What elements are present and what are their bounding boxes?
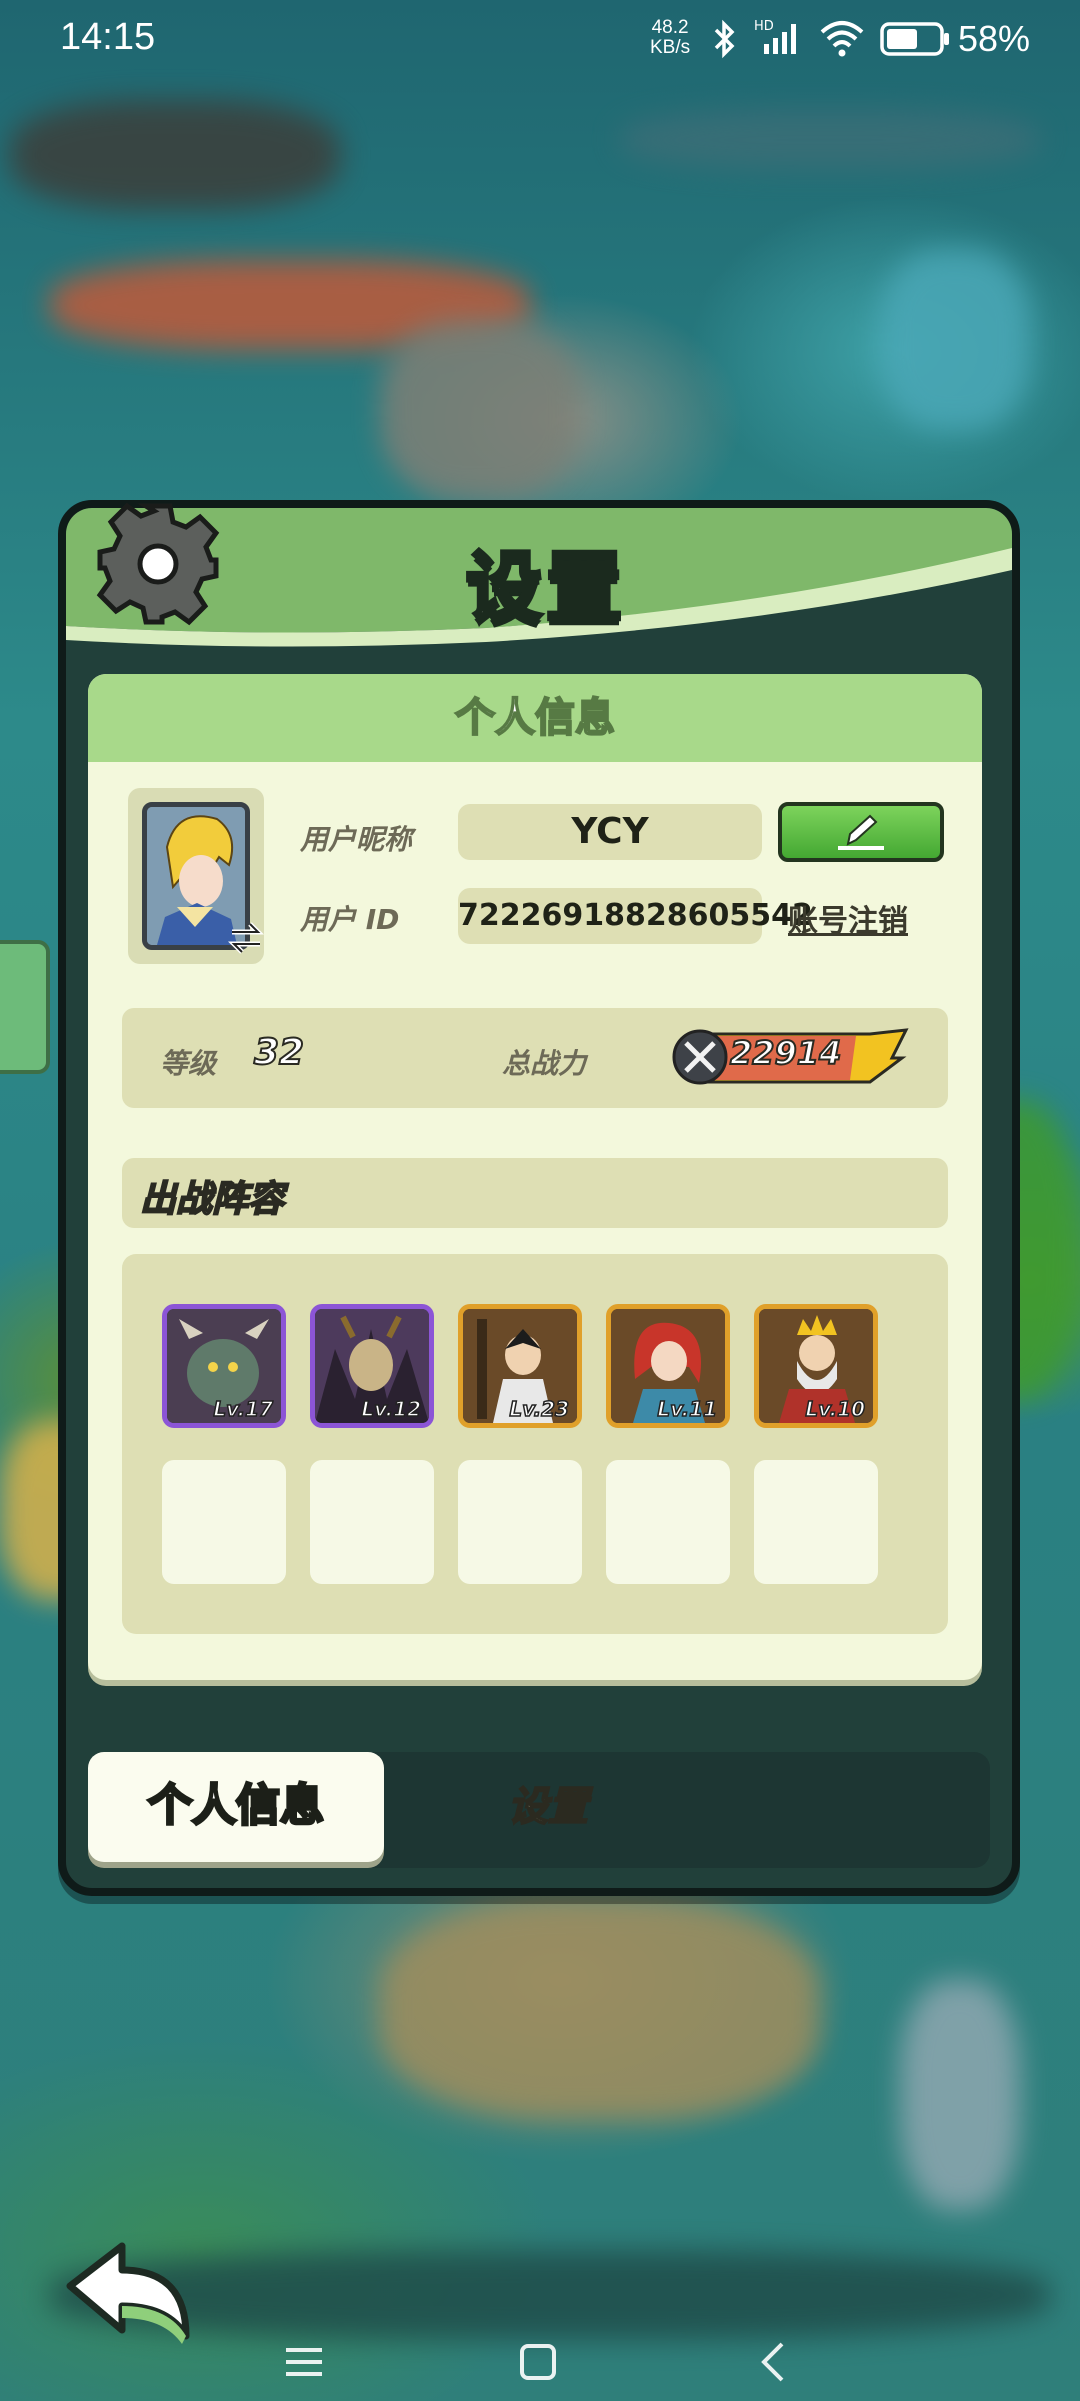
status-bar: 14:15 48.2 KB/s HD 58% — [0, 0, 1080, 80]
empty-hero-slot[interactable] — [310, 1460, 434, 1584]
tab-personal-info[interactable]: 个人信息 — [88, 1752, 384, 1862]
hero-slot-4[interactable]: Lv.11 — [606, 1304, 730, 1428]
back-icon[interactable] — [752, 2340, 796, 2384]
nickname-label: 用户昵称 — [300, 823, 413, 856]
dialog-title: 设置 — [464, 541, 626, 634]
empty-hero-slot[interactable] — [162, 1460, 286, 1584]
gear-icon — [96, 502, 220, 626]
level-label: 等级 — [160, 1047, 217, 1080]
wifi-icon — [820, 21, 864, 57]
lineup-title: 出战阵容 — [139, 1178, 285, 1221]
avatar-frame[interactable] — [128, 788, 264, 964]
battery-percent: 58% — [958, 18, 1031, 59]
panel-title: 个人信息 — [88, 674, 982, 762]
tab-settings[interactable]: 设置 — [507, 1774, 589, 1832]
power-label: 总战力 — [502, 1047, 587, 1080]
side-widget[interactable] — [0, 940, 50, 1074]
menu-icon[interactable] — [282, 2340, 326, 2384]
home-icon[interactable] — [516, 2340, 560, 2384]
status-time: 14:15 — [60, 16, 156, 58]
hero-level: Lv.11 — [657, 1396, 718, 1422]
pencil-icon — [838, 814, 884, 850]
power-value: 22914 — [729, 1033, 842, 1073]
nickname-field: YCY — [458, 804, 762, 860]
edit-nickname-button[interactable] — [778, 802, 944, 862]
network-speed-unit: KB/s — [650, 37, 691, 58]
user-id-label: 用户 ID — [300, 903, 400, 936]
bluetooth-icon — [714, 19, 735, 59]
hero-level: Lv.17 — [213, 1396, 274, 1422]
hero-level: Lv.10 — [805, 1396, 866, 1422]
network-speed: 48.2 KB/s — [650, 18, 690, 58]
empty-hero-slot[interactable] — [754, 1460, 878, 1584]
hero-slot-1[interactable]: Lv.17 — [162, 1304, 286, 1428]
user-id-field: 72226918828605542 — [458, 888, 813, 944]
lineup-area: Lv.17 Lv.12 Lv.23 Lv.11 Lv.10 — [122, 1254, 948, 1634]
lineup-header: 出战阵容 — [122, 1158, 948, 1228]
svg-text:HD: HD — [754, 19, 774, 34]
empty-hero-slot[interactable] — [606, 1460, 730, 1584]
personal-info-panel: 个人信息 用户昵称 YCY 用户 ID 72226918828605542 账号… — [88, 674, 982, 1680]
signal-icon: HD — [754, 19, 796, 54]
hero-slot-3[interactable]: Lv.23 — [458, 1304, 582, 1428]
empty-hero-slot[interactable] — [458, 1460, 582, 1584]
switch-avatar-icon[interactable] — [228, 918, 264, 958]
tab-bar: 个人信息 设置 — [88, 1752, 990, 1868]
network-speed-value: 48.2 — [651, 17, 689, 38]
stats-row: 等级 32 总战力 22914 — [122, 1008, 948, 1108]
level-value: 32 — [253, 1031, 305, 1074]
battery-icon — [880, 22, 949, 56]
hero-level: Lv.12 — [361, 1396, 422, 1422]
system-nav-bar — [0, 2330, 1080, 2401]
hero-slot-5[interactable]: Lv.10 — [754, 1304, 878, 1428]
hero-slot-2[interactable]: Lv.12 — [310, 1304, 434, 1428]
hero-level: Lv.23 — [509, 1396, 570, 1422]
cancel-account-link[interactable]: 账号注销 — [788, 896, 908, 940]
